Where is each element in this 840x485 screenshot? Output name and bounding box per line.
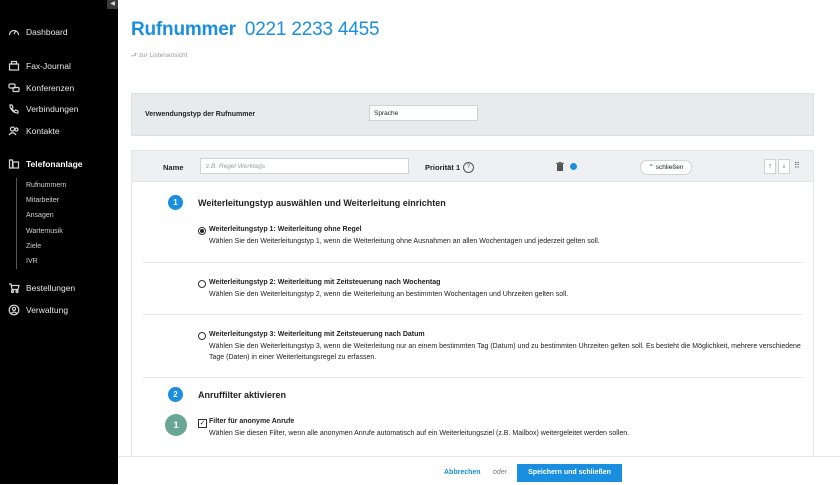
- filter-description: Wählen Sie diesen Filter, wenn alle anon…: [209, 430, 630, 437]
- divider: [143, 262, 803, 263]
- nav-fax-journal[interactable]: Fax-Journal: [7, 60, 71, 72]
- dashboard-icon: [7, 26, 21, 38]
- option-title: Weiterleitungstyp 2: Weiterleitung mit Z…: [209, 279, 441, 286]
- section-1-title: Weiterleitungstyp auswählen und Weiterle…: [198, 198, 446, 208]
- subnav-ansagen[interactable]: Ansagen: [26, 208, 66, 223]
- back-to-list-link[interactable]: ⮐ zur Listenansicht: [131, 51, 187, 62]
- usage-type-select[interactable]: Sprache: [369, 105, 478, 121]
- help-icon[interactable]: ?: [463, 162, 474, 173]
- nav-label: Kontakte: [26, 126, 60, 136]
- subnav-mitarbeiter[interactable]: Mitarbeiter: [26, 193, 66, 208]
- action-footer: Abbrechen oder Speichern und schließen: [118, 456, 840, 485]
- section-2-title: Anruffilter aktivieren: [198, 390, 287, 400]
- pbx-icon: [7, 158, 21, 170]
- conference-icon: [7, 82, 21, 94]
- nav-label: Konferenzen: [26, 83, 75, 93]
- nav-dashboard[interactable]: Dashboard: [7, 26, 68, 38]
- forwarding-type-2-radio[interactable]: [198, 280, 206, 288]
- phone-number: 0221 2233 4455: [244, 19, 380, 40]
- or-text: oder: [493, 469, 508, 476]
- filter-title: Filter für anonyme Anrufe: [209, 418, 295, 425]
- step-2-badge: 2: [168, 387, 183, 402]
- nav-konferenzen[interactable]: Konferenzen: [7, 82, 74, 94]
- step-1-badge: 1: [168, 195, 183, 210]
- save-and-close-button[interactable]: Speichern und schließen: [517, 464, 622, 482]
- collapse-rule-button[interactable]: ⌃ schließen: [640, 160, 692, 175]
- nav-verbindungen[interactable]: Verbindungen: [7, 103, 78, 115]
- rule-name-input[interactable]: z.B. Regel Werktags: [200, 158, 409, 174]
- nav-label: Bestellungen: [26, 283, 76, 293]
- filter-step-badge: 1: [165, 414, 187, 436]
- nav-label: Fax-Journal: [26, 61, 71, 71]
- trash-icon[interactable]: [556, 162, 564, 171]
- option-description: Wählen Sie den Weiterleitungstyp 3, wenn…: [209, 343, 801, 361]
- option-description: Wählen Sie den Weiterleitungstyp 2, wenn…: [209, 291, 569, 298]
- rule-name-label: Name: [163, 163, 184, 172]
- option-title: Weiterleitungstyp 1: Weiterleitung ohne …: [209, 226, 362, 233]
- sidebar: ◀ Dashboard Fax-Journal Konferenzen Verb…: [0, 0, 118, 484]
- nav-label: Dashboard: [26, 27, 68, 37]
- cancel-link[interactable]: Abbrechen: [444, 469, 481, 476]
- nav-label: Verwaltung: [26, 305, 69, 315]
- priority-value: 1: [456, 163, 461, 172]
- divider: [143, 377, 803, 378]
- collapse-sidebar-button[interactable]: ◀: [107, 0, 118, 9]
- anonymous-filter-checkbox[interactable]: ✓: [198, 419, 207, 428]
- move-down-button[interactable]: ↓: [778, 159, 790, 174]
- subnav-rufnummern[interactable]: Rufnummern: [26, 178, 66, 193]
- fax-icon: [7, 60, 21, 72]
- subnav-ivr[interactable]: IVR: [26, 254, 66, 269]
- nav-label: Verbindungen: [26, 104, 79, 114]
- option-description: Wählen Sie den Weiterleitungstyp 1, wenn…: [209, 238, 600, 245]
- phone-icon: [7, 103, 21, 115]
- drag-handle-icon[interactable]: ⠿: [794, 161, 800, 170]
- telefonanlage-subnav: Rufnummern Mitarbeiter Ansagen Wartemusi…: [16, 178, 66, 270]
- divider: [143, 314, 803, 315]
- forwarding-type-3-radio[interactable]: [198, 332, 206, 340]
- subnav-wartemusik[interactable]: Wartemusik: [26, 224, 66, 239]
- priority-label: Priorität: [425, 163, 454, 172]
- nav-kontakte[interactable]: Kontakte: [7, 125, 60, 137]
- nav-telefonanlage[interactable]: Telefonanlage: [7, 158, 83, 170]
- usage-type-label: Verwendungstyp der Rufnummer: [145, 111, 256, 118]
- subnav-ziele[interactable]: Ziele: [26, 239, 66, 254]
- rule-header: Name z.B. Regel Werktags Priorität 1 ? ⌃…: [132, 151, 813, 182]
- forwarding-type-1-radio[interactable]: [198, 227, 206, 235]
- forwarding-rule-card: Name z.B. Regel Werktags Priorität 1 ? ⌃…: [131, 150, 814, 472]
- nav-label: Telefonanlage: [26, 159, 83, 169]
- move-up-button[interactable]: ↑: [764, 159, 776, 174]
- usage-type-panel: Verwendungstyp der Rufnummer Sprache: [131, 93, 814, 136]
- option-title: Weiterleitungstyp 3: Weiterleitung mit Z…: [209, 331, 425, 338]
- user-icon: [7, 304, 21, 316]
- cart-icon: [7, 282, 21, 294]
- nav-bestellungen[interactable]: Bestellungen: [7, 282, 75, 294]
- nav-verwaltung[interactable]: Verwaltung: [7, 304, 68, 316]
- contacts-icon: [7, 125, 21, 137]
- rule-active-toggle[interactable]: [570, 163, 577, 170]
- page-title-text: Rufnummer: [131, 19, 236, 40]
- page-title: Rufnummer 0221 2233 4455: [131, 19, 380, 41]
